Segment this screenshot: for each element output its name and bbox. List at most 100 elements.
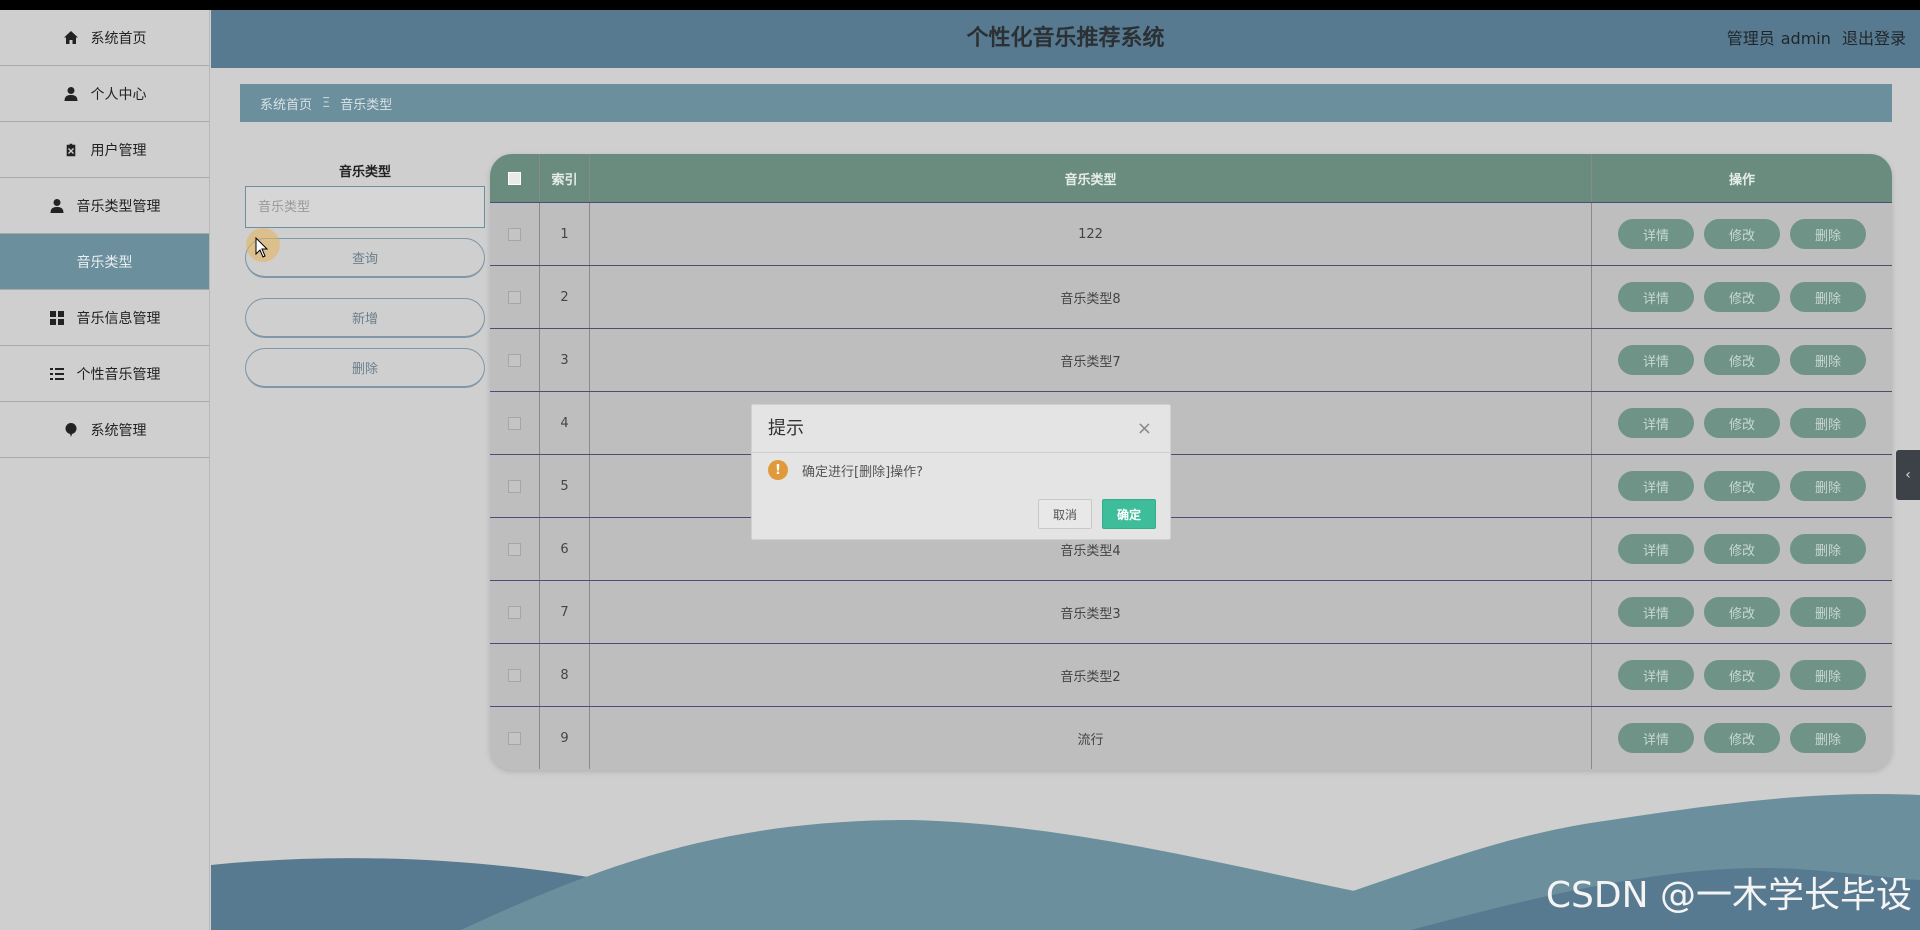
row-checkbox[interactable] [508, 353, 521, 367]
grid-icon [49, 310, 65, 326]
table-row: 5音乐类型5详情修改删除 [490, 454, 1892, 517]
edit-button[interactable]: 修改 [1704, 534, 1780, 564]
sidebar-item-system[interactable]: 系统管理 [0, 402, 209, 458]
edit-button[interactable]: 修改 [1704, 408, 1780, 438]
header-type: 音乐类型 [590, 154, 1592, 202]
row-index: 9 [540, 707, 590, 769]
header-index: 索引 [540, 154, 590, 202]
table-row: 3 音乐类型7 详情 修改 删除 [490, 328, 1892, 391]
table-body: 1122详情修改删除2音乐类型8详情修改删除3音乐类型7详情修改删除4音乐类型6… [490, 202, 1892, 769]
header: 个性化音乐推荐系统 管理员 admin 退出登录 [211, 10, 1920, 68]
user-name: admin [1780, 29, 1831, 48]
edit-button[interactable]: 修改 [1704, 219, 1780, 249]
row-index: 7 [540, 581, 590, 643]
detail-button[interactable]: 详情 [1618, 534, 1694, 564]
detail-button[interactable]: 详情 [1618, 282, 1694, 312]
table-row: 8 音乐类型2 详情 修改 删除 [490, 643, 1892, 706]
delete-button[interactable]: 删除 [1790, 345, 1866, 375]
home-icon [63, 30, 79, 46]
delete-button[interactable]: 删除 [1790, 597, 1866, 627]
row-music-type: 音乐类型3 [590, 581, 1592, 643]
sidebar-item-label: 个性音乐管理 [76, 366, 161, 383]
close-icon[interactable]: × [1137, 405, 1152, 453]
edit-button[interactable]: 修改 [1704, 282, 1780, 312]
clipboard-icon [63, 141, 79, 158]
list-icon [49, 366, 65, 382]
query-button[interactable]: 查询 [245, 238, 485, 278]
detail-button[interactable]: 详情 [1618, 723, 1694, 753]
row-actions: 详情 修改 删除 [1592, 329, 1892, 391]
chevron-left-icon: ‹ [1905, 467, 1911, 483]
table-row: 6 音乐类型4 详情 修改 删除 [490, 517, 1892, 580]
search-panel: 音乐类型 查询 新增 删除 [245, 160, 485, 388]
row-checkbox[interactable] [508, 416, 521, 430]
breadcrumb-separator: Ξ [322, 95, 331, 111]
sidebar-item-label: 系统管理 [90, 422, 147, 439]
sidebar-item-label: 系统首页 [90, 30, 147, 47]
table-row: 7 音乐类型3 详情 修改 删除 [490, 580, 1892, 643]
sidebar-item-profile[interactable]: 个人中心 [0, 66, 209, 122]
edit-button[interactable]: 修改 [1704, 597, 1780, 627]
breadcrumb-current: 音乐类型 [340, 97, 393, 113]
balloon-icon [63, 422, 79, 438]
person-icon [63, 86, 79, 102]
dialog-title: 提示 [768, 418, 804, 439]
user-info: 管理员 admin 退出登录 [1721, 10, 1906, 68]
sidebar-item-label: 音乐类型管理 [76, 198, 161, 215]
delete-button[interactable]: 删除 [1790, 660, 1866, 690]
delete-button[interactable]: 删除 [1790, 408, 1866, 438]
delete-button[interactable]: 删除 [1790, 282, 1866, 312]
row-actions: 详情 修改 删除 [1592, 644, 1892, 706]
row-checkbox[interactable] [508, 290, 521, 304]
detail-button[interactable]: 详情 [1618, 219, 1694, 249]
row-checkbox[interactable] [508, 605, 521, 619]
cancel-button[interactable]: 取消 [1037, 499, 1092, 529]
detail-button[interactable]: 详情 [1618, 597, 1694, 627]
delete-button[interactable]: 删除 [1790, 219, 1866, 249]
top-strip [0, 0, 1920, 10]
collapse-toggle[interactable]: ‹ [1896, 450, 1920, 500]
sidebar-item-home[interactable]: 系统首页 [0, 10, 209, 66]
row-index: 6 [540, 518, 590, 580]
row-checkbox[interactable] [508, 227, 521, 241]
edit-button[interactable]: 修改 [1704, 723, 1780, 753]
row-checkbox[interactable] [508, 479, 521, 493]
row-checkbox[interactable] [508, 542, 521, 556]
sidebar-item-music-type-mgmt[interactable]: 音乐类型管理 [0, 178, 209, 234]
edit-button[interactable]: 修改 [1704, 345, 1780, 375]
delete-button[interactable]: 删除 [1790, 534, 1866, 564]
breadcrumb: 系统首页 Ξ 音乐类型 [240, 84, 1892, 122]
batch-delete-button[interactable]: 删除 [245, 348, 485, 388]
sidebar-item-label: 个人中心 [90, 86, 147, 103]
add-button[interactable]: 新增 [245, 298, 485, 338]
detail-button[interactable]: 详情 [1618, 408, 1694, 438]
user-role: 管理员 [1726, 29, 1775, 48]
row-checkbox[interactable] [508, 668, 521, 682]
table-row: 4音乐类型6详情修改删除 [490, 391, 1892, 454]
sidebar-item-music-type[interactable]: 音乐类型 [0, 234, 209, 290]
confirm-dialog: 提示 × ! 确定进行[删除]操作? 取消 确定 [751, 404, 1171, 540]
warning-icon: ! [768, 460, 788, 480]
row-index: 1 [540, 203, 590, 265]
sidebar-item-personal-music[interactable]: 个性音乐管理 [0, 346, 209, 402]
sidebar-item-users[interactable]: 用户管理 [0, 122, 209, 178]
person-icon [49, 198, 65, 214]
sidebar-item-label: 音乐信息管理 [76, 310, 161, 327]
select-all-checkbox[interactable] [508, 171, 521, 185]
edit-button[interactable]: 修改 [1704, 660, 1780, 690]
detail-button[interactable]: 详情 [1618, 471, 1694, 501]
row-music-type: 122 [590, 203, 1592, 265]
breadcrumb-home[interactable]: 系统首页 [260, 94, 312, 113]
music-type-search-input[interactable] [245, 186, 485, 228]
watermark: CSDN @一木学长毕设 [1545, 875, 1912, 916]
delete-button[interactable]: 删除 [1790, 471, 1866, 501]
logout-link[interactable]: 退出登录 [1842, 29, 1906, 48]
row-actions: 详情 修改 删除 [1592, 392, 1892, 454]
detail-button[interactable]: 详情 [1618, 345, 1694, 375]
detail-button[interactable]: 详情 [1618, 660, 1694, 690]
sidebar-item-music-info[interactable]: 音乐信息管理 [0, 290, 209, 346]
row-checkbox[interactable] [508, 731, 521, 745]
edit-button[interactable]: 修改 [1704, 471, 1780, 501]
confirm-button[interactable]: 确定 [1101, 499, 1156, 529]
delete-button[interactable]: 删除 [1790, 723, 1866, 753]
